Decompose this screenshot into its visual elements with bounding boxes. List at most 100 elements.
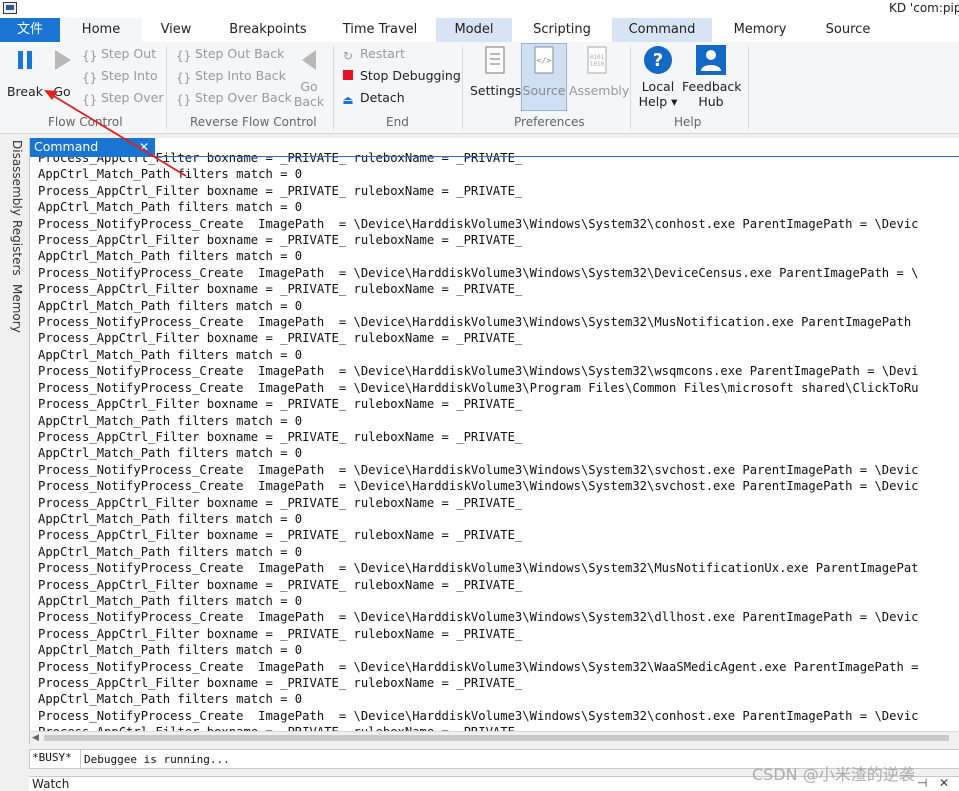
tab-command[interactable]: Command: [612, 18, 712, 42]
output-line: AppCtrl_Match_Path filters match = 0: [38, 200, 303, 215]
feedback-hub-label-1: Feedback: [682, 79, 742, 94]
close-icon[interactable]: ✕: [939, 776, 949, 790]
restart-button[interactable]: ↻ Restart: [341, 44, 405, 64]
ribbon-panel: Break Go {} Step Out {} Step Into {} Step O…: [0, 42, 959, 134]
tab-file[interactable]: 文件: [0, 18, 60, 42]
step-into-button[interactable]: {} Step Into: [82, 66, 158, 86]
output-line: Process_AppCtrl_Filter boxname = _PRIVAT…: [38, 626, 523, 641]
assembly-mode-button[interactable]: 0101 1010 Assembly: [569, 46, 630, 98]
output-line: AppCtrl_Match_Path filters match = 0: [38, 544, 303, 559]
step-over-back-label: Step Over Back: [195, 90, 292, 105]
step-over-back-button[interactable]: {} Step Over Back: [176, 88, 292, 108]
output-line: AppCtrl_Match_Path filters match = 0: [38, 413, 303, 428]
stop-debugging-label: Stop Debugging: [360, 68, 461, 83]
output-line: Process_NotifyProcess_Create ImagePath =…: [38, 380, 919, 395]
detach-label: Detach: [360, 90, 405, 105]
restart-icon: ↻: [342, 49, 354, 63]
tab-breakpoints[interactable]: Breakpoints: [210, 18, 326, 42]
step-out-label: Step Out: [101, 46, 157, 61]
watch-panel-tab[interactable]: Watch: [32, 777, 69, 791]
flow-control-group-label: Flow Control: [48, 115, 123, 129]
stop-debugging-button[interactable]: Stop Debugging: [341, 66, 461, 86]
app-icon[interactable]: [3, 2, 17, 14]
end-group-label: End: [386, 115, 409, 129]
horizontal-scrollbar[interactable]: ◀: [30, 731, 959, 744]
settings-button[interactable]: Settings: [470, 46, 522, 98]
detach-button[interactable]: ⏏ Detach: [341, 88, 405, 108]
step-out-button[interactable]: {} Step Out: [82, 44, 156, 64]
output-line: Process_NotifyProcess_Create ImagePath =…: [38, 610, 919, 625]
watermark: CSDN @小米渣的逆袭: [752, 765, 915, 784]
output-line: AppCtrl_Match_Path filters match = 0: [38, 446, 303, 461]
close-icon[interactable]: ✕: [139, 138, 149, 156]
step-over-button[interactable]: {} Step Over: [82, 88, 164, 108]
scrollbar-thumb[interactable]: [44, 735, 949, 741]
braces-icon: {}: [82, 93, 98, 107]
svg-text:?: ?: [653, 50, 663, 71]
go-label: Go: [53, 84, 71, 99]
command-panel-tab[interactable]: Command ✕: [30, 138, 155, 156]
local-help-button[interactable]: ? Local Help ▾: [638, 45, 678, 109]
feedback-hub-button[interactable]: Feedback Hub: [682, 45, 742, 109]
output-line: AppCtrl_Match_Path filters match = 0: [38, 511, 303, 526]
tab-time-travel[interactable]: Time Travel: [326, 18, 434, 42]
scroll-left-arrow-icon[interactable]: ◀: [32, 732, 39, 744]
tab-memory[interactable]: Memory: [712, 18, 808, 42]
output-line: Process_AppCtrl_Filter boxname = _PRIVAT…: [38, 528, 523, 543]
back-arrow-icon: [302, 50, 316, 70]
pin-icon[interactable]: ⊣: [917, 776, 927, 790]
tab-view[interactable]: View: [142, 18, 210, 42]
source-mode-button[interactable]: </> Source: [521, 46, 567, 98]
busy-indicator: *BUSY*: [32, 751, 72, 764]
document-list-icon: [485, 46, 505, 74]
watch-panel-controls: ⊣ ✕: [917, 776, 949, 790]
output-line: Process_AppCtrl_Filter boxname = _PRIVAT…: [38, 429, 523, 444]
output-line: Process_AppCtrl_Filter boxname = _PRIVAT…: [38, 183, 523, 198]
reverse-flow-group-label: Reverse Flow Control: [190, 115, 317, 129]
output-line: Process_AppCtrl_Filter boxname = _PRIVAT…: [38, 397, 523, 412]
side-tab-memory[interactable]: Memory: [4, 284, 24, 344]
settings-label: Settings: [470, 83, 522, 98]
group-separator: [630, 46, 631, 130]
tab-source[interactable]: Source: [808, 18, 888, 42]
output-line: Process_AppCtrl_Filter boxname = _PRIVAT…: [38, 676, 523, 690]
restart-label: Restart: [360, 46, 405, 61]
output-line: Process_NotifyProcess_Create ImagePath =…: [38, 462, 919, 477]
command-output[interactable]: Process_AppCtrl_Filter boxname = _PRIVAT…: [38, 150, 959, 732]
break-button[interactable]: Break: [6, 48, 44, 99]
step-out-back-button[interactable]: {} Step Out Back: [176, 44, 284, 64]
braces-icon: {}: [82, 71, 98, 85]
group-separator: [166, 46, 167, 130]
step-into-label: Step Into: [101, 68, 158, 83]
step-into-back-button[interactable]: {} Step Into Back: [176, 66, 286, 86]
output-line: Process_AppCtrl_Filter boxname = _PRIVAT…: [38, 331, 523, 346]
svg-text:</>: </>: [537, 56, 552, 65]
assembly-mode-label: Assembly: [569, 83, 630, 98]
local-help-label-2: Help ▾: [638, 94, 678, 109]
output-line: Process_NotifyProcess_Create ImagePath =…: [38, 561, 919, 576]
output-line: Process_NotifyProcess_Create ImagePath =…: [38, 479, 919, 494]
braces-icon: {}: [176, 49, 192, 63]
side-tab-disassembly[interactable]: Disassembly: [4, 140, 24, 216]
go-button[interactable]: Go: [48, 48, 76, 99]
group-separator: [462, 46, 463, 130]
command-panel: Process_AppCtrl_Filter boxname = _PRIVAT…: [29, 138, 959, 744]
side-tab-registers[interactable]: Registers: [4, 220, 24, 282]
stop-square-icon: [343, 70, 353, 80]
output-line: AppCtrl_Match_Path filters match = 0: [38, 249, 303, 264]
go-back-button[interactable]: Go Back: [293, 48, 325, 109]
question-circle-icon: ?: [644, 46, 672, 74]
binary-file-icon: 0101 1010: [587, 46, 607, 74]
output-line: AppCtrl_Match_Path filters match = 0: [38, 167, 303, 182]
panel-tab-underline: [30, 156, 959, 157]
go-back-label-2: Back: [293, 94, 325, 109]
group-separator: [333, 46, 334, 130]
tab-home[interactable]: Home: [60, 18, 142, 42]
go-back-label-1: Go: [300, 79, 318, 94]
output-line: Process_NotifyProcess_Create ImagePath =…: [38, 659, 919, 674]
output-line: Process_AppCtrl_Filter boxname = _PRIVAT…: [38, 233, 523, 248]
tab-scripting[interactable]: Scripting: [512, 18, 612, 42]
tab-model[interactable]: Model: [436, 18, 512, 42]
command-panel-tab-label: Command: [34, 139, 99, 154]
braces-icon: {}: [176, 93, 192, 107]
